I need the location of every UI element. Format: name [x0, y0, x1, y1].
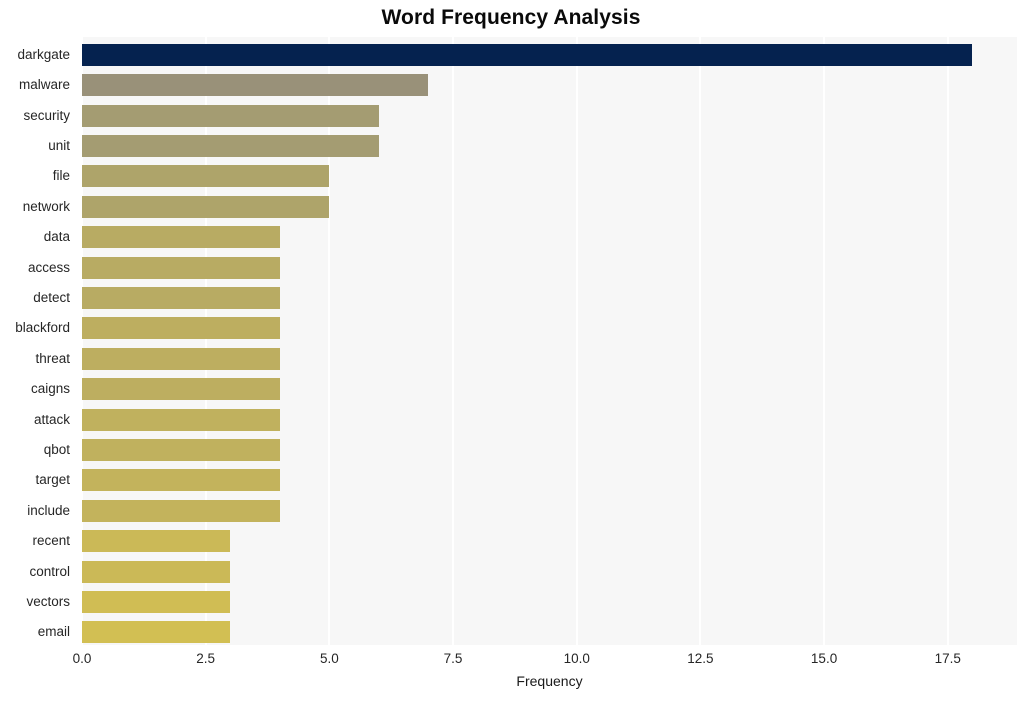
bar	[82, 134, 379, 157]
bar	[82, 469, 280, 492]
bar	[82, 621, 231, 644]
bar	[82, 195, 330, 218]
y-axis-tick-label: unit	[48, 137, 70, 153]
x-axis-tick-label: 7.5	[443, 651, 463, 666]
gridline-vertical	[204, 37, 207, 645]
x-axis-tick-label: 5.0	[319, 651, 339, 666]
x-axis-tick-label: 15.0	[810, 651, 838, 666]
y-axis-tick-label: data	[43, 229, 70, 245]
bar	[82, 226, 280, 249]
plot-area	[82, 37, 1017, 645]
gridline-vertical	[946, 37, 949, 645]
gridline-vertical	[452, 37, 455, 645]
gridline-vertical	[699, 37, 702, 645]
bar	[82, 317, 280, 340]
gridline-vertical	[575, 37, 578, 645]
x-axis-title: Frequency	[516, 673, 583, 689]
y-axis-tick-label: threat	[35, 350, 70, 366]
gridline-vertical	[328, 37, 331, 645]
y-axis-tick-label: malware	[18, 77, 70, 93]
y-axis-tick-label: caigns	[30, 381, 70, 397]
y-axis-tick-label: email	[37, 624, 70, 640]
y-axis-tick-label: network	[22, 198, 70, 214]
y-axis-tick-label: security	[23, 107, 70, 123]
bar	[82, 378, 280, 401]
y-axis-tick-label: include	[27, 502, 70, 518]
y-axis-tick-label: vectors	[26, 593, 70, 609]
bar	[82, 165, 330, 188]
bar	[82, 560, 231, 583]
y-axis-tick-label: control	[29, 563, 70, 579]
bar	[82, 499, 280, 522]
y-axis-tick-label: attack	[33, 411, 70, 427]
y-axis-tick-label: detect	[33, 289, 70, 305]
bar	[82, 74, 429, 97]
y-axis-tick-label: blackford	[15, 320, 70, 336]
y-axis-tick-labels: darkgate malware security unit file network da…	[0, 37, 76, 645]
bar	[82, 590, 231, 613]
y-axis-tick-label: qbot	[43, 441, 70, 457]
bar	[82, 104, 379, 127]
y-axis-tick-label: file	[52, 168, 70, 184]
bar	[82, 256, 280, 279]
gridline-vertical	[823, 37, 826, 645]
chart-figure: Word Frequency Analysis darkgate malware s…	[0, 0, 1022, 701]
x-axis-tick-labels: 0.0 2.5 5.0 7.5 10.0 12.5 15.0 17.5	[73, 645, 1017, 671]
chart-title: Word Frequency Analysis	[381, 6, 641, 29]
y-axis-tick-label: darkgate	[17, 46, 70, 62]
y-axis-tick-label: access	[27, 259, 70, 275]
bar	[82, 408, 280, 431]
bar	[82, 286, 280, 309]
bar	[82, 438, 280, 461]
bar	[82, 530, 231, 553]
y-axis-tick-label: recent	[32, 533, 70, 549]
gridline-vertical	[82, 37, 83, 645]
bar	[82, 43, 973, 66]
x-axis-tick-label: 10.0	[563, 651, 590, 666]
y-axis-tick-label: target	[35, 472, 70, 488]
x-axis-tick-label: 2.5	[196, 651, 216, 666]
x-axis-tick-label: 0.0	[72, 651, 92, 666]
x-axis-tick-label: 17.5	[934, 651, 961, 666]
x-axis-tick-label: 12.5	[687, 651, 714, 666]
bar	[82, 347, 280, 370]
